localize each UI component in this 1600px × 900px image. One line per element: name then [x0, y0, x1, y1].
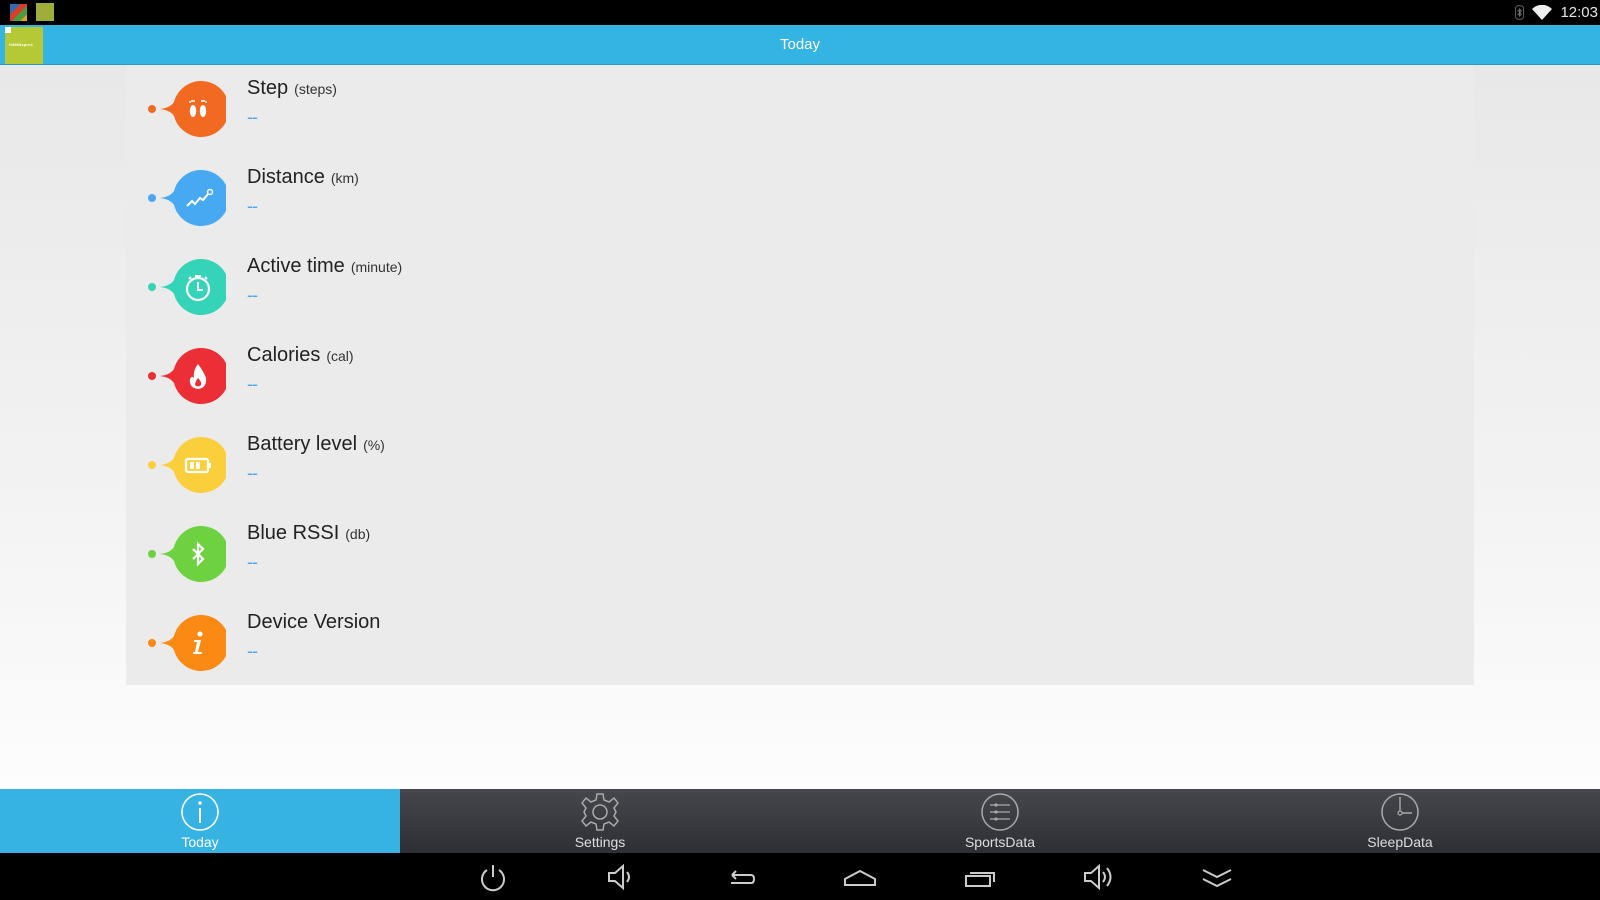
metric-value: --	[247, 196, 258, 216]
marker-dot	[148, 550, 156, 558]
bottom-tab-bar: Today Settings SportsData SleepData	[0, 789, 1600, 853]
marker-dot	[148, 639, 156, 647]
stopwatch-icon	[160, 259, 230, 315]
page-title: Today	[779, 36, 821, 53]
metric-row-step: Step (steps) --	[126, 65, 1474, 154]
action-bar: HANNspree Today	[0, 25, 1600, 65]
bluetooth-icon	[1515, 5, 1525, 20]
tab-sleepdata[interactable]: SleepData	[1200, 789, 1600, 853]
status-bar: 12:03	[0, 0, 1600, 25]
wifi-icon	[1532, 4, 1553, 20]
clock-circle-icon	[1381, 793, 1419, 831]
metric-label: Device Version	[247, 611, 381, 633]
tab-label: Settings	[574, 834, 626, 850]
metric-row-distance: Distance (km) --	[126, 154, 1474, 243]
metric-row-battery: Battery level (%) --	[126, 421, 1474, 510]
marker-dot	[148, 461, 156, 469]
metric-row-rssi: Blue RSSI (db) --	[126, 510, 1474, 599]
metric-value: --	[247, 552, 258, 572]
metric-label: Calories (cal)	[247, 344, 354, 366]
marker-dot	[148, 372, 156, 380]
metric-label: Blue RSSI (db)	[247, 522, 371, 544]
content-area: Step (steps) -- Distance (km) -- Active ti…	[0, 65, 1600, 789]
home-icon[interactable]	[843, 861, 877, 893]
system-nav-bar	[0, 853, 1600, 900]
tab-label: SportsData	[964, 834, 1036, 850]
list-circle-icon	[981, 793, 1019, 831]
metric-value: --	[247, 285, 258, 305]
tab-label: SleepData	[1367, 834, 1433, 850]
trend-line-icon	[160, 170, 230, 226]
metrics-panel: Step (steps) -- Distance (km) -- Active ti…	[126, 65, 1474, 685]
gear-icon	[581, 793, 619, 831]
metric-value: --	[247, 107, 258, 127]
battery-icon	[160, 437, 230, 493]
metric-label: Step (steps)	[247, 77, 337, 99]
metric-value: --	[247, 374, 258, 394]
metric-row-device-version: Device Version --	[126, 599, 1474, 688]
recents-icon[interactable]	[963, 861, 997, 893]
footprints-icon	[160, 81, 230, 137]
tab-settings[interactable]: Settings	[400, 789, 800, 853]
info-circle-icon	[181, 793, 219, 831]
volume-up-icon[interactable]	[1082, 861, 1116, 893]
metric-row-active-time: Active time (minute) --	[126, 243, 1474, 332]
back-icon[interactable]	[723, 861, 757, 893]
marker-dot	[148, 283, 156, 291]
metric-row-calories: Calories (cal) --	[126, 332, 1474, 421]
metric-value: --	[247, 463, 258, 483]
marker-dot	[148, 105, 156, 113]
flame-icon	[160, 348, 230, 404]
metric-label: Battery level (%)	[247, 433, 385, 455]
metric-label: Active time (minute)	[247, 255, 403, 277]
metric-label: Distance (km)	[247, 166, 359, 188]
tab-sportsdata[interactable]: SportsData	[800, 789, 1200, 853]
volume-down-icon[interactable]	[604, 861, 638, 893]
hide-bar-icon[interactable]	[1200, 861, 1234, 893]
power-icon[interactable]	[476, 861, 510, 893]
bluetooth-icon	[160, 526, 230, 582]
app-launcher-icon[interactable]	[10, 4, 27, 21]
info-icon	[160, 615, 230, 671]
marker-dot	[148, 194, 156, 202]
tab-label: Today	[181, 834, 219, 850]
clock: 12:03	[1560, 4, 1598, 21]
status-icons: 12:03	[1515, 0, 1600, 25]
app-icon[interactable]	[36, 3, 54, 21]
metric-value: --	[247, 641, 258, 661]
tab-today[interactable]: Today	[0, 789, 400, 853]
